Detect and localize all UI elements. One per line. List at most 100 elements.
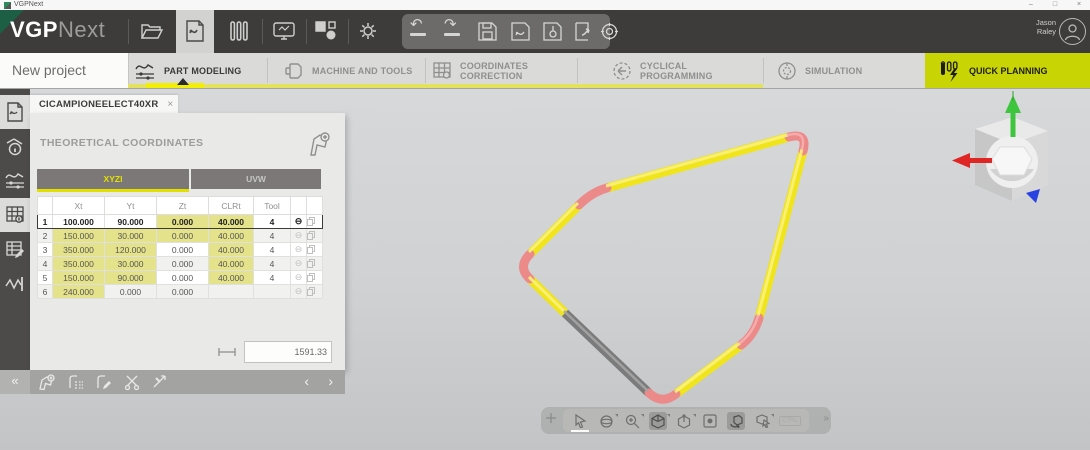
cell-clr[interactable]: 40.000 bbox=[209, 257, 254, 271]
tab-uvw[interactable]: UVW bbox=[191, 169, 321, 189]
cell-clr[interactable]: 40.000 bbox=[209, 243, 254, 257]
cell-x[interactable]: 350.000 bbox=[53, 243, 105, 257]
remove-row-icon[interactable]: ⊖ bbox=[291, 257, 307, 271]
tab-machine-and-tools[interactable]: MACHINE AND TOOLS bbox=[284, 53, 412, 88]
next-step-button[interactable]: › bbox=[328, 370, 333, 394]
trim-part-icon[interactable] bbox=[152, 374, 169, 391]
cell-x[interactable]: 240.000 bbox=[53, 285, 105, 299]
minimize-button[interactable]: – bbox=[1020, 0, 1042, 10]
cell-y[interactable]: 90.000 bbox=[105, 215, 157, 229]
more-tools-button[interactable]: » bbox=[823, 413, 827, 424]
cell-z[interactable]: 0.000 bbox=[157, 257, 209, 271]
rotate-part-icon[interactable] bbox=[727, 412, 745, 430]
library-icon[interactable] bbox=[228, 20, 250, 42]
orbit-view-icon[interactable] bbox=[597, 412, 615, 430]
user-avatar[interactable] bbox=[1059, 18, 1086, 45]
cell-clr[interactable]: 40.000 bbox=[209, 215, 254, 229]
sidebar-item-part-file[interactable] bbox=[0, 95, 30, 129]
cell-x[interactable]: 150.000 bbox=[53, 229, 105, 243]
cell-tool[interactable] bbox=[254, 285, 291, 299]
axonometric-view-icon[interactable] bbox=[675, 412, 693, 430]
export-icon[interactable] bbox=[575, 22, 594, 41]
display-icon[interactable] bbox=[272, 20, 296, 42]
duplicate-row-icon[interactable] bbox=[307, 271, 323, 285]
part-list-icon[interactable] bbox=[68, 374, 85, 391]
cell-tool[interactable]: 4 bbox=[254, 271, 291, 285]
sidebar-item-table-edit[interactable] bbox=[0, 233, 30, 267]
collapse-panel-button[interactable]: « bbox=[0, 370, 30, 394]
axis-y-arrow[interactable] bbox=[1011, 111, 1016, 137]
total-length-field[interactable] bbox=[244, 341, 332, 363]
project-name-block[interactable]: New project bbox=[0, 53, 129, 88]
close-window-button[interactable]: × bbox=[1068, 0, 1090, 10]
cell-y[interactable]: 30.000 bbox=[105, 229, 157, 243]
cell-tool[interactable]: 4 bbox=[254, 215, 291, 229]
remove-row-icon[interactable]: ⊖ bbox=[291, 229, 307, 243]
cell-y[interactable]: 120.000 bbox=[105, 243, 157, 257]
cell-clr[interactable] bbox=[209, 285, 254, 299]
cell-tool[interactable]: 4 bbox=[254, 229, 291, 243]
redo-icon[interactable]: ↷ bbox=[444, 18, 460, 36]
duplicate-row-icon[interactable] bbox=[307, 215, 323, 229]
cell-x[interactable]: 350.000 bbox=[53, 257, 105, 271]
table-row[interactable]: 4 350.000 30.000 0.000 40.000 4 ⊖ bbox=[38, 257, 323, 271]
undo-icon[interactable]: ↶ bbox=[410, 18, 426, 36]
cut-part-icon[interactable] bbox=[124, 374, 141, 391]
remove-row-icon[interactable]: ⊖ bbox=[291, 243, 307, 257]
cell-z[interactable]: 0.000 bbox=[157, 215, 209, 229]
duplicate-row-icon[interactable] bbox=[307, 229, 323, 243]
cell-z[interactable]: 0.000 bbox=[157, 285, 209, 299]
table-row[interactable]: 3 350.000 120.000 0.000 40.000 4 ⊖ bbox=[38, 243, 323, 257]
table-row[interactable]: 2 150.000 30.000 0.000 40.000 4 ⊖ bbox=[38, 229, 323, 243]
add-part-icon[interactable] bbox=[38, 374, 55, 391]
tab-cyclical-programming[interactable]: CYCLICALPROGRAMMING bbox=[612, 53, 713, 88]
cell-x[interactable]: 150.000 bbox=[53, 271, 105, 285]
total-length-input[interactable] bbox=[245, 342, 329, 362]
sync-target-icon[interactable] bbox=[600, 22, 619, 41]
cell-z[interactable]: 0.000 bbox=[157, 229, 209, 243]
maximize-button[interactable]: □ bbox=[1044, 0, 1066, 10]
isometric-view-icon[interactable] bbox=[649, 412, 667, 430]
zoom-tool-icon[interactable] bbox=[623, 412, 641, 430]
cell-tool[interactable]: 4 bbox=[254, 257, 291, 271]
table-row[interactable]: 1 100.000 90.000 0.000 40.000 4 ⊖ bbox=[38, 215, 323, 229]
fit-view-icon[interactable] bbox=[701, 412, 719, 430]
cell-z[interactable]: 0.000 bbox=[157, 243, 209, 257]
settings-gear-icon[interactable] bbox=[356, 20, 380, 44]
tab-simulation[interactable]: SIMULATION bbox=[777, 53, 862, 88]
tab-quick-planning[interactable]: QUICK PLANNING bbox=[925, 53, 1090, 88]
select-tool-icon[interactable] bbox=[571, 412, 589, 430]
save-as-icon[interactable] bbox=[543, 22, 562, 41]
axis-x-arrow[interactable] bbox=[968, 158, 992, 163]
cell-y[interactable]: 90.000 bbox=[105, 271, 157, 285]
active-tool-tab-part-file[interactable] bbox=[176, 10, 214, 53]
tab-coordinates-correction[interactable]: COORDINATESCORRECTION bbox=[433, 53, 528, 88]
cell-y[interactable]: 30.000 bbox=[105, 257, 157, 271]
save-part-icon[interactable] bbox=[511, 22, 530, 41]
remove-row-icon[interactable]: ⊖ bbox=[291, 285, 307, 299]
cell-y[interactable]: 0.000 bbox=[105, 285, 157, 299]
navigation-cube[interactable] bbox=[952, 91, 1048, 203]
origin-marker-icon[interactable] bbox=[545, 412, 557, 424]
cell-x[interactable]: 100.000 bbox=[53, 215, 105, 229]
remove-row-icon[interactable]: ⊖ bbox=[291, 215, 307, 229]
part-edit-icon[interactable] bbox=[96, 374, 113, 391]
close-part-icon[interactable]: × bbox=[167, 99, 173, 110]
tab-xyzi[interactable]: XYZI bbox=[37, 169, 189, 189]
shapes-icon[interactable] bbox=[314, 20, 338, 42]
cell-z[interactable]: 0.000 bbox=[157, 271, 209, 285]
cell-clr[interactable]: 40.000 bbox=[209, 229, 254, 243]
table-row[interactable]: 5 150.000 90.000 0.000 40.000 4 ⊖ bbox=[38, 271, 323, 285]
cell-clr[interactable]: 40.000 bbox=[209, 271, 254, 285]
add-bend-icon[interactable] bbox=[307, 131, 331, 157]
sidebar-item-wire-parameters[interactable] bbox=[0, 164, 30, 198]
duplicate-row-icon[interactable] bbox=[307, 285, 323, 299]
sidebar-item-wire-measure[interactable] bbox=[0, 267, 30, 301]
duplicate-row-icon[interactable] bbox=[307, 257, 323, 271]
sidebar-item-coordinates-table[interactable] bbox=[0, 198, 30, 232]
sidebar-item-tube-info[interactable] bbox=[0, 130, 30, 164]
duplicate-row-icon[interactable] bbox=[307, 243, 323, 257]
part-document-tab[interactable]: CICAMPIONEELECT40XR × bbox=[30, 95, 178, 113]
prev-step-button[interactable]: ‹ bbox=[304, 370, 309, 394]
pick-point-icon[interactable] bbox=[753, 412, 771, 430]
